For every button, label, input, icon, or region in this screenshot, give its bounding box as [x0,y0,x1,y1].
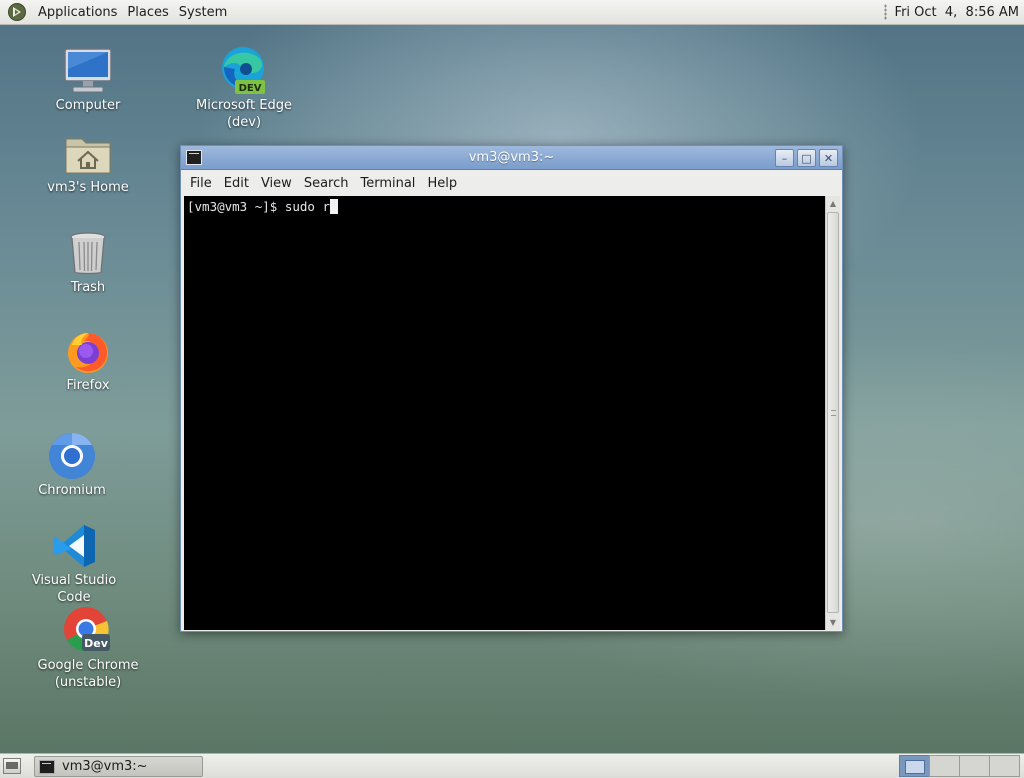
maximize-button[interactable]: □ [797,149,816,167]
home-folder-icon [62,127,114,179]
desktop-icon-computer[interactable]: Computer [28,45,148,114]
vscode-icon [48,520,100,572]
desktop-icon-label: Google Chrome [37,658,139,673]
menu-places[interactable]: Places [122,0,173,25]
menu-applications[interactable]: Applications [33,0,122,25]
workspace-switcher [899,755,1020,777]
workspace-1[interactable] [899,755,930,777]
top-panel: Applications Places System Fri Oct 4, 8:… [0,0,1024,25]
scrollbar-thumb[interactable] [827,212,839,613]
desktop-icon-label: Firefox [66,378,110,393]
desktop-icon-vscode[interactable]: Visual Studio Code [14,520,134,606]
scroll-up-arrow-icon[interactable]: ▲ [826,196,840,211]
desktop-icon-firefox[interactable]: Firefox [28,325,148,394]
bottom-panel: vm3@vm3:~ [0,753,1024,778]
chrome-dev-icon: Dev [62,605,114,657]
terminal-menubar: File Edit View Search Terminal Help [181,170,842,196]
desktop-icon-label: Computer [55,98,121,113]
menu-terminal[interactable]: Terminal [354,176,421,191]
desktop-icon-trash[interactable]: Trash [28,227,148,296]
panel-separator [883,4,887,20]
terminal-scrollbar[interactable]: ▲ ▼ [825,196,840,630]
menu-system[interactable]: System [174,0,232,25]
workspace-4[interactable] [989,755,1020,777]
chromium-icon [46,430,98,482]
window-titlebar[interactable]: vm3@vm3:~ – □ ✕ [181,146,842,170]
taskbar-item-terminal[interactable]: vm3@vm3:~ [34,756,203,777]
window-controls: – □ ✕ [775,149,838,167]
chrome-dev-badge: Dev [84,637,109,650]
terminal-prompt-line: [vm3@vm3 ~]$ sudo r [187,199,338,214]
desktop-icon-chrome-dev[interactable]: Dev Google Chrome (unstable) [28,605,148,691]
firefox-icon [62,325,114,377]
terminal-window-icon[interactable] [186,150,202,165]
edge-dev-badge: DEV [239,83,262,94]
close-button[interactable]: ✕ [819,149,838,167]
minimize-button[interactable]: – [775,149,794,167]
trash-icon [62,227,114,279]
edge-dev-icon: DEV [218,45,270,97]
menu-help[interactable]: Help [421,176,463,191]
terminal-task-icon [39,759,55,774]
desktop-icon-label: Visual Studio Code [31,573,117,605]
desktop-icon-home[interactable]: vm3's Home [28,127,148,196]
workspace-2[interactable] [929,755,960,777]
menu-file[interactable]: File [184,176,218,191]
window-title: vm3@vm3:~ [468,150,555,165]
text-cursor [330,199,338,214]
menu-edit[interactable]: Edit [218,176,255,191]
desktop-icon-label: Trash [70,280,106,295]
clock[interactable]: Fri Oct 4, 8:56 AM [895,5,1019,20]
show-desktop-icon[interactable] [3,758,21,774]
scrollbar-grip-icon [831,410,836,416]
computer-icon [62,45,114,97]
workspace-3[interactable] [959,755,990,777]
taskbar-item-label: vm3@vm3:~ [62,759,148,774]
desktop-icon-label: vm3's Home [47,180,129,195]
terminal-window[interactable]: vm3@vm3:~ – □ ✕ File Edit View Search Te… [180,145,843,632]
desktop-icon-label: Microsoft Edge (dev) [195,98,292,130]
desktop-icon-chromium[interactable]: Chromium [12,430,132,499]
desktop-icon-label-line2: (unstable) [54,675,122,690]
terminal-output[interactable]: [vm3@vm3 ~]$ sudo r [184,196,827,630]
scroll-down-arrow-icon[interactable]: ▼ [826,615,840,630]
desktop-icon-label: Chromium [38,483,106,498]
terminal-prompt: [vm3@vm3 ~]$ [187,199,285,214]
terminal-command: sudo r [284,199,330,214]
gnome-foot-icon[interactable] [7,2,27,22]
menu-search[interactable]: Search [298,176,355,191]
desktop-icon-edge-dev[interactable]: DEV Microsoft Edge (dev) [184,45,304,131]
menu-view[interactable]: View [255,176,298,191]
